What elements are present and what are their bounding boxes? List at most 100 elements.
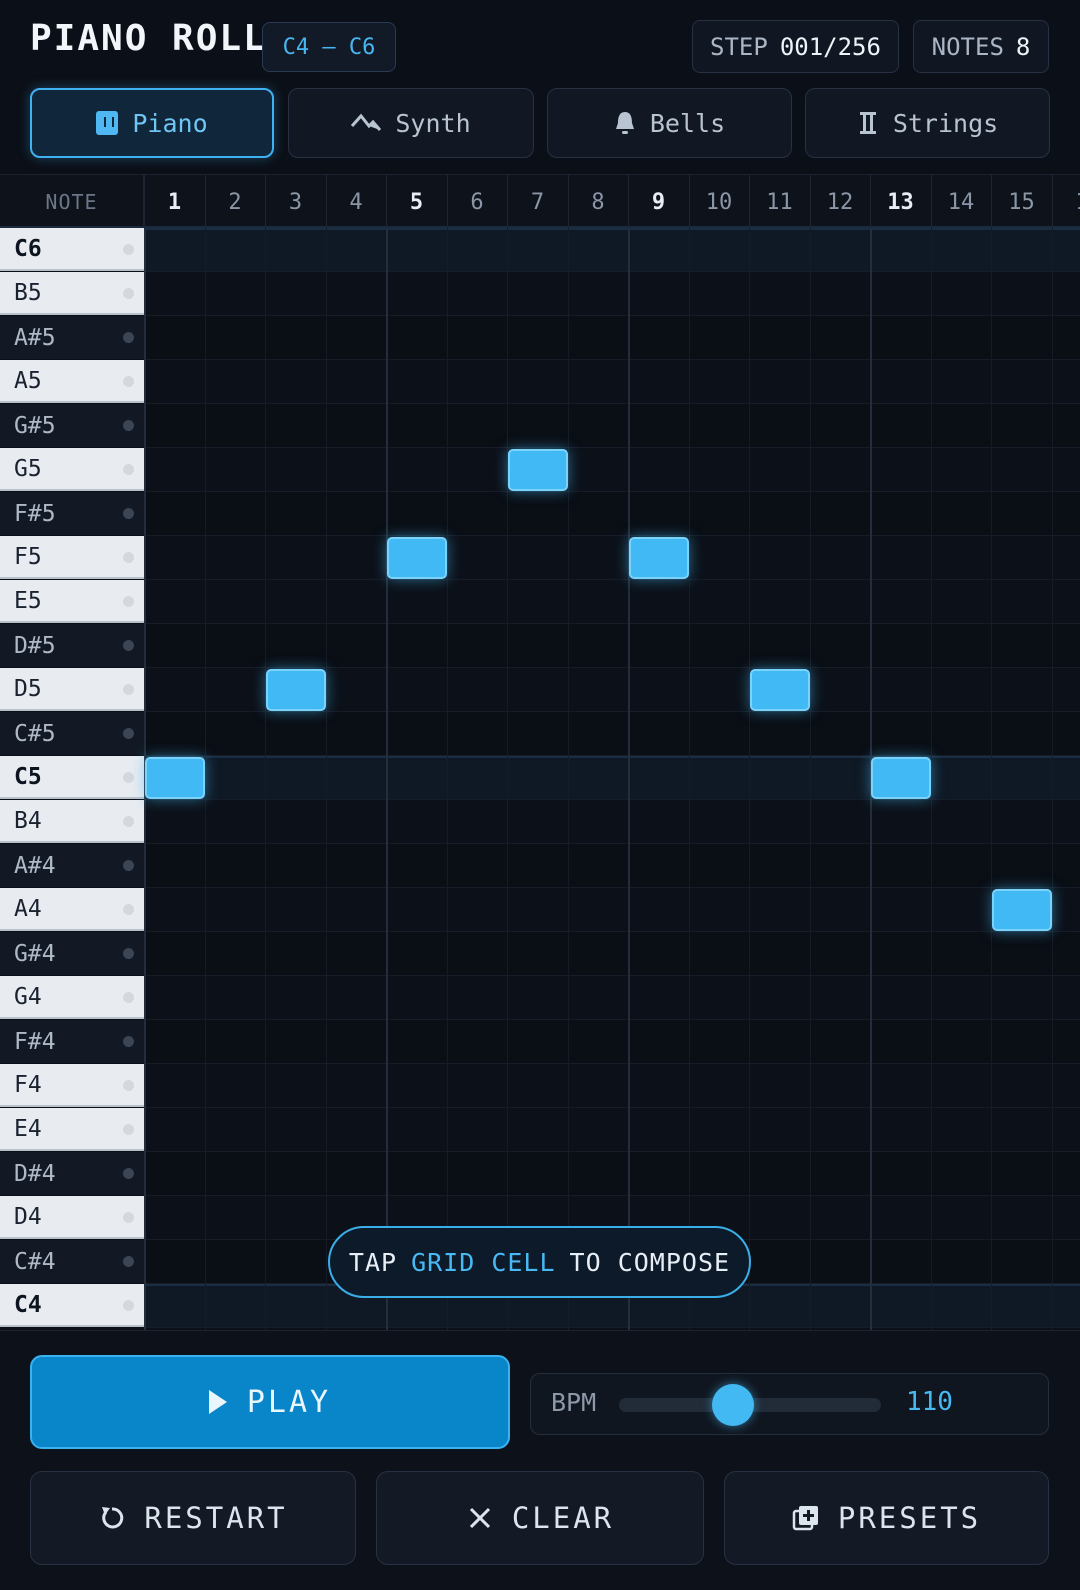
step-number: 7 <box>507 175 567 229</box>
note-lane[interactable] <box>144 932 1080 976</box>
piano-key[interactable]: D#5 <box>0 624 144 667</box>
presets-button[interactable]: PRESETS <box>724 1471 1049 1565</box>
note-lane[interactable] <box>144 624 1080 668</box>
tab-strings[interactable]: Strings <box>805 88 1050 158</box>
note-lane[interactable] <box>144 1108 1080 1152</box>
note-column-header: NOTE <box>0 175 144 229</box>
note-lane[interactable] <box>144 272 1080 316</box>
tab-synth[interactable]: Synth <box>288 88 534 158</box>
grid-line <box>688 228 690 1330</box>
key-indicator <box>123 948 134 959</box>
key-label: D#5 <box>14 632 56 659</box>
key-label: F#4 <box>14 1028 56 1055</box>
piano-key[interactable]: B5 <box>0 272 144 315</box>
piano-key[interactable]: G#5 <box>0 404 144 447</box>
note-lane[interactable] <box>144 756 1080 800</box>
grid-line <box>386 228 388 1330</box>
key-label: C6 <box>14 235 42 262</box>
key-label: F5 <box>14 543 42 570</box>
tab-label: Piano <box>132 108 208 138</box>
piano-key[interactable]: F5 <box>0 536 144 579</box>
piano-key[interactable]: G4 <box>0 976 144 1019</box>
key-indicator <box>123 508 134 519</box>
key-indicator <box>123 464 134 475</box>
note-block[interactable] <box>145 757 205 799</box>
note-lane[interactable] <box>144 1020 1080 1064</box>
note-lane[interactable] <box>144 316 1080 360</box>
note-lane[interactable] <box>144 536 1080 580</box>
key-label: A5 <box>14 367 42 394</box>
piano-key[interactable]: F4 <box>0 1064 144 1107</box>
note-rows[interactable]: C6 B5 A#5 A5 G#5 G5 F#5 F5 E5 D#5 D5 C#5 C5 B4 A#4 A4 G#… <box>0 228 1080 1330</box>
grid-line <box>567 228 569 1330</box>
note-lane[interactable] <box>144 360 1080 404</box>
piano-key[interactable]: D5 <box>0 668 144 711</box>
note-lane[interactable] <box>144 448 1080 492</box>
tab-label: Synth <box>395 108 471 138</box>
step-number: 12 <box>809 175 870 229</box>
note-lane[interactable] <box>144 492 1080 536</box>
key-indicator <box>123 420 134 431</box>
key-label: C5 <box>14 763 42 790</box>
piano-key[interactable]: A#4 <box>0 844 144 887</box>
note-lane[interactable] <box>144 844 1080 888</box>
piano-key[interactable]: A5 <box>0 360 144 403</box>
note-lane[interactable] <box>144 580 1080 624</box>
key-indicator <box>123 1256 134 1267</box>
presets-label: PRESETS <box>837 1501 982 1535</box>
step-number: 11 <box>749 175 809 229</box>
piano-key[interactable]: D#4 <box>0 1152 144 1195</box>
note-lane[interactable] <box>144 404 1080 448</box>
key-label: D5 <box>14 675 42 702</box>
piano-key[interactable]: A4 <box>0 888 144 931</box>
note-block[interactable] <box>871 757 931 799</box>
restart-button[interactable]: RESTART <box>30 1471 356 1565</box>
key-label: E5 <box>14 587 42 614</box>
piano-key[interactable]: C4 <box>0 1284 144 1327</box>
piano-key[interactable]: G5 <box>0 448 144 491</box>
key-indicator <box>123 772 134 783</box>
note-lane[interactable] <box>144 800 1080 844</box>
note-lane[interactable] <box>144 1064 1080 1108</box>
step-number: 1 <box>1051 175 1080 229</box>
note-block[interactable] <box>266 669 326 711</box>
piano-key[interactable]: D4 <box>0 1196 144 1239</box>
key-label: E4 <box>14 1115 42 1142</box>
step-number: 1 <box>144 175 204 229</box>
piano-key[interactable]: F#4 <box>0 1020 144 1063</box>
note-block[interactable] <box>629 537 689 579</box>
play-button[interactable]: PLAY <box>30 1355 510 1449</box>
note-block[interactable] <box>387 537 447 579</box>
piano-key[interactable]: E4 <box>0 1108 144 1151</box>
piano-key[interactable]: E5 <box>0 580 144 623</box>
tab-bells[interactable]: Bells <box>547 88 792 158</box>
note-block[interactable] <box>750 669 810 711</box>
strings-icon <box>859 112 876 134</box>
bpm-slider-handle[interactable] <box>712 1384 754 1426</box>
key-indicator <box>123 992 134 1003</box>
piano-key[interactable]: C5 <box>0 756 144 799</box>
piano-key[interactable]: B4 <box>0 800 144 843</box>
note-lane[interactable] <box>144 888 1080 932</box>
piano-key[interactable]: C6 <box>0 228 144 271</box>
clear-button[interactable]: CLEAR <box>376 1471 704 1565</box>
note-block[interactable] <box>992 889 1052 931</box>
note-block[interactable] <box>508 449 568 491</box>
piano-key[interactable]: G#4 <box>0 932 144 975</box>
key-indicator <box>123 816 134 827</box>
note-lane[interactable] <box>144 976 1080 1020</box>
transport-panel: PLAY BPM 110 RESTART CLEAR PRESETS <box>0 1330 1080 1590</box>
note-lane[interactable] <box>144 1152 1080 1196</box>
restart-icon <box>102 1507 124 1529</box>
key-label: G#4 <box>14 940 56 967</box>
grid-line <box>628 228 630 1330</box>
key-label: F#5 <box>14 500 56 527</box>
note-lane[interactable] <box>144 712 1080 756</box>
piano-key[interactable]: A#5 <box>0 316 144 359</box>
piano-key[interactable]: C#5 <box>0 712 144 755</box>
piano-key[interactable]: F#5 <box>0 492 144 535</box>
piano-key[interactable]: C#4 <box>0 1240 144 1283</box>
note-lane[interactable] <box>144 228 1080 272</box>
tab-piano[interactable]: Piano <box>30 88 274 158</box>
step-number: 4 <box>325 175 386 229</box>
